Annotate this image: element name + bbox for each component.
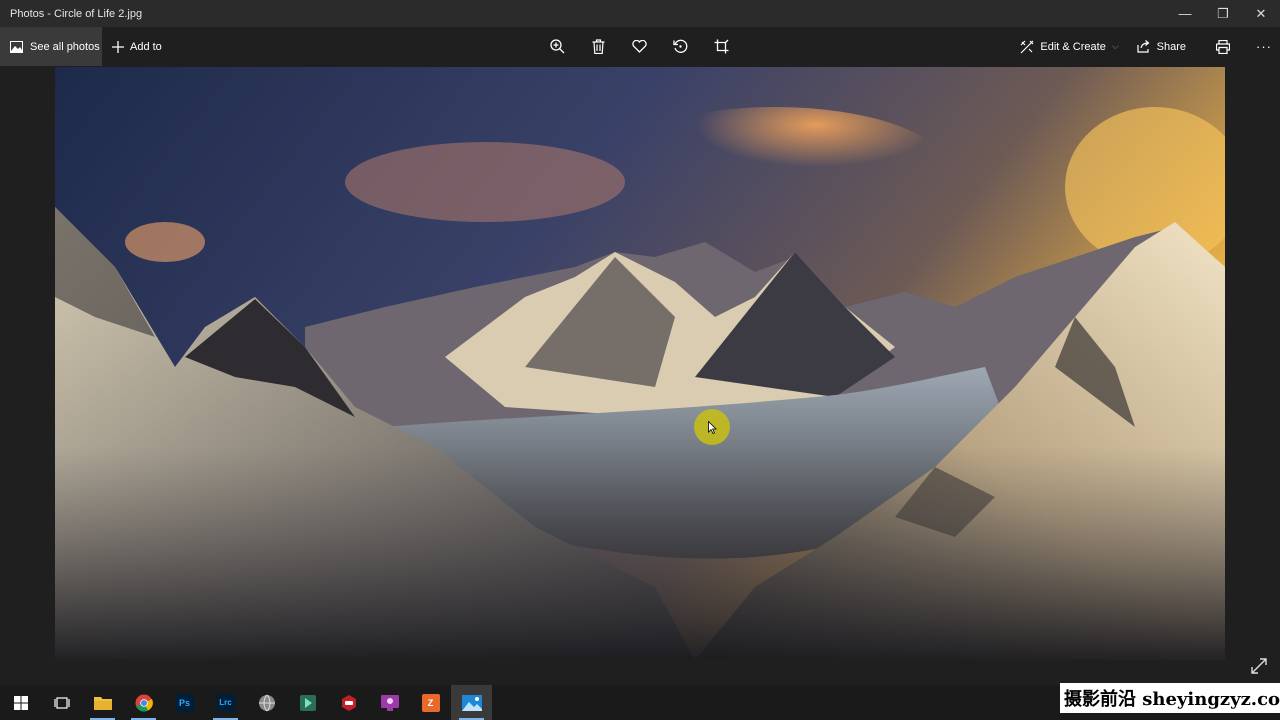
task-view-button[interactable] [41, 685, 82, 720]
photoshop-icon: Ps [175, 693, 194, 712]
photos-app-icon [461, 694, 482, 711]
zoom-icon [549, 39, 564, 54]
favorite-button[interactable] [628, 36, 650, 58]
window-title: Photos - Circle of Life 2.jpg [10, 7, 143, 20]
print-icon [1216, 39, 1230, 54]
share-button[interactable]: Share [1137, 40, 1186, 53]
title-bar: Photos - Circle of Life 2.jpg — ❐ ✕ [0, 0, 1280, 27]
close-icon: ✕ [1255, 5, 1267, 21]
edit-create-button[interactable]: Edit & Create ⌵ [1020, 40, 1119, 54]
crop-icon [714, 39, 728, 54]
edit-create-icon [1020, 40, 1034, 53]
windows-logo-icon [13, 695, 28, 710]
edit-create-label: Edit & Create [1040, 40, 1106, 53]
orange-z-app-icon: Z [421, 693, 440, 712]
red-app-icon [341, 694, 356, 711]
taskbar-lightroom-classic[interactable]: Lrc [205, 685, 246, 720]
center-tools [546, 27, 732, 66]
mountain-landscape-image [55, 67, 1225, 660]
minimize-button[interactable]: — [1166, 0, 1204, 27]
start-button[interactable] [0, 685, 41, 720]
taskbar-app-green[interactable] [287, 685, 328, 720]
crop-button[interactable] [710, 36, 732, 58]
command-bar: See all photos Add to Edit & Create ⌵ Sh… [0, 27, 1280, 66]
taskbar-app-globe[interactable] [246, 685, 287, 720]
rotate-icon [672, 39, 687, 53]
globe-app-icon [258, 694, 275, 711]
share-icon [1137, 40, 1150, 53]
favorite-icon [631, 40, 647, 53]
mouse-cursor-icon [708, 421, 717, 434]
zoom-button[interactable] [546, 36, 568, 58]
chrome-icon [135, 694, 153, 712]
restore-icon: ❐ [1217, 5, 1229, 21]
expand-fullscreen-icon[interactable] [1250, 657, 1268, 675]
watermark-text: 摄影前沿 sheyingzyz.com [1060, 683, 1280, 713]
restore-button[interactable]: ❐ [1204, 0, 1242, 27]
more-options-button[interactable]: ··· [1256, 39, 1272, 54]
delete-icon [592, 39, 604, 54]
share-label: Share [1156, 40, 1186, 53]
close-button[interactable]: ✕ [1242, 0, 1280, 27]
purple-app-icon [380, 694, 399, 711]
photo-viewer-image[interactable] [55, 67, 1225, 660]
more-icon: ··· [1256, 39, 1272, 54]
see-all-photos-label: See all photos [30, 40, 100, 53]
minimize-icon: — [1178, 6, 1192, 21]
plus-icon [112, 40, 124, 53]
add-to-button[interactable]: Add to [112, 40, 162, 53]
see-all-photos-button[interactable]: See all photos [0, 27, 102, 66]
taskbar-photoshop[interactable]: Ps [164, 685, 205, 720]
taskbar-photos[interactable] [451, 685, 492, 720]
add-to-label: Add to [130, 40, 162, 53]
task-view-icon [53, 696, 70, 709]
taskbar-app-orange[interactable]: Z [410, 685, 451, 720]
green-app-icon [299, 694, 316, 711]
lightroom-classic-icon: Lrc [216, 693, 235, 712]
taskbar-chrome[interactable] [123, 685, 164, 720]
folder-icon [93, 697, 112, 710]
delete-button[interactable] [587, 36, 609, 58]
right-tools: Edit & Create ⌵ Share ··· [1020, 27, 1272, 66]
photos-gallery-icon [10, 40, 23, 53]
chevron-down-icon: ⌵ [1111, 41, 1119, 51]
rotate-button[interactable] [669, 36, 691, 58]
taskbar-file-explorer[interactable] [82, 685, 123, 720]
taskbar-app-purple[interactable] [369, 685, 410, 720]
print-button[interactable] [1216, 39, 1230, 54]
taskbar-app-red[interactable] [328, 685, 369, 720]
